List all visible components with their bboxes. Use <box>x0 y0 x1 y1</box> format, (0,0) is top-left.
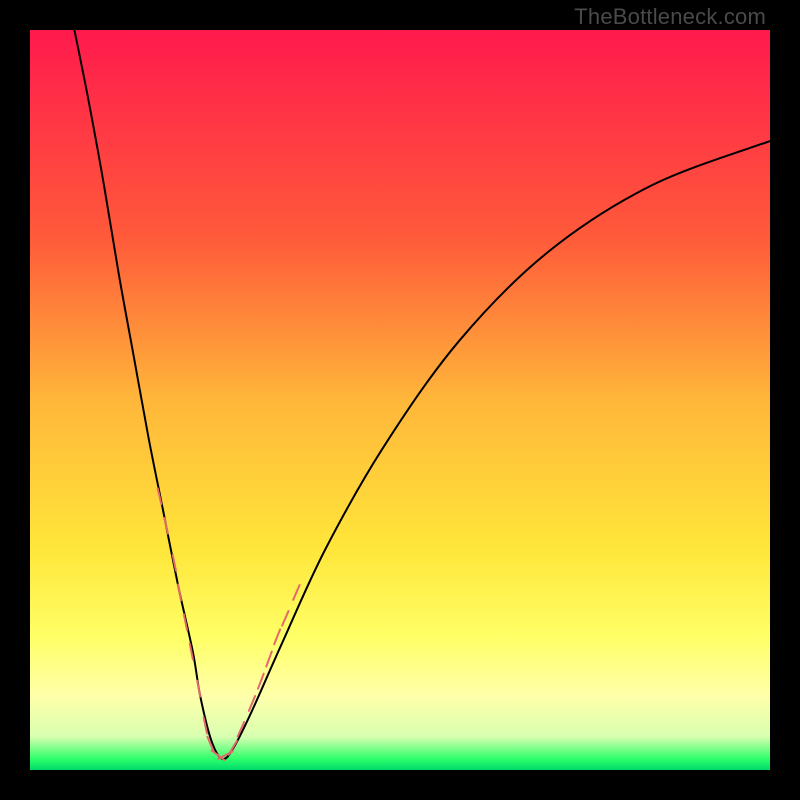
plot-area <box>30 30 770 770</box>
watermark-label: TheBottleneck.com <box>574 4 766 30</box>
highlight-marker <box>229 741 237 755</box>
curve-layer <box>30 30 770 770</box>
highlight-marker <box>266 652 272 667</box>
highlight-marker <box>293 585 299 600</box>
highlight-marker <box>274 629 280 644</box>
highlight-marker <box>282 611 288 626</box>
chart-frame: TheBottleneck.com <box>0 0 800 800</box>
marker-group <box>158 488 300 760</box>
bottleneck-curve <box>74 30 770 759</box>
highlight-marker <box>164 518 168 534</box>
